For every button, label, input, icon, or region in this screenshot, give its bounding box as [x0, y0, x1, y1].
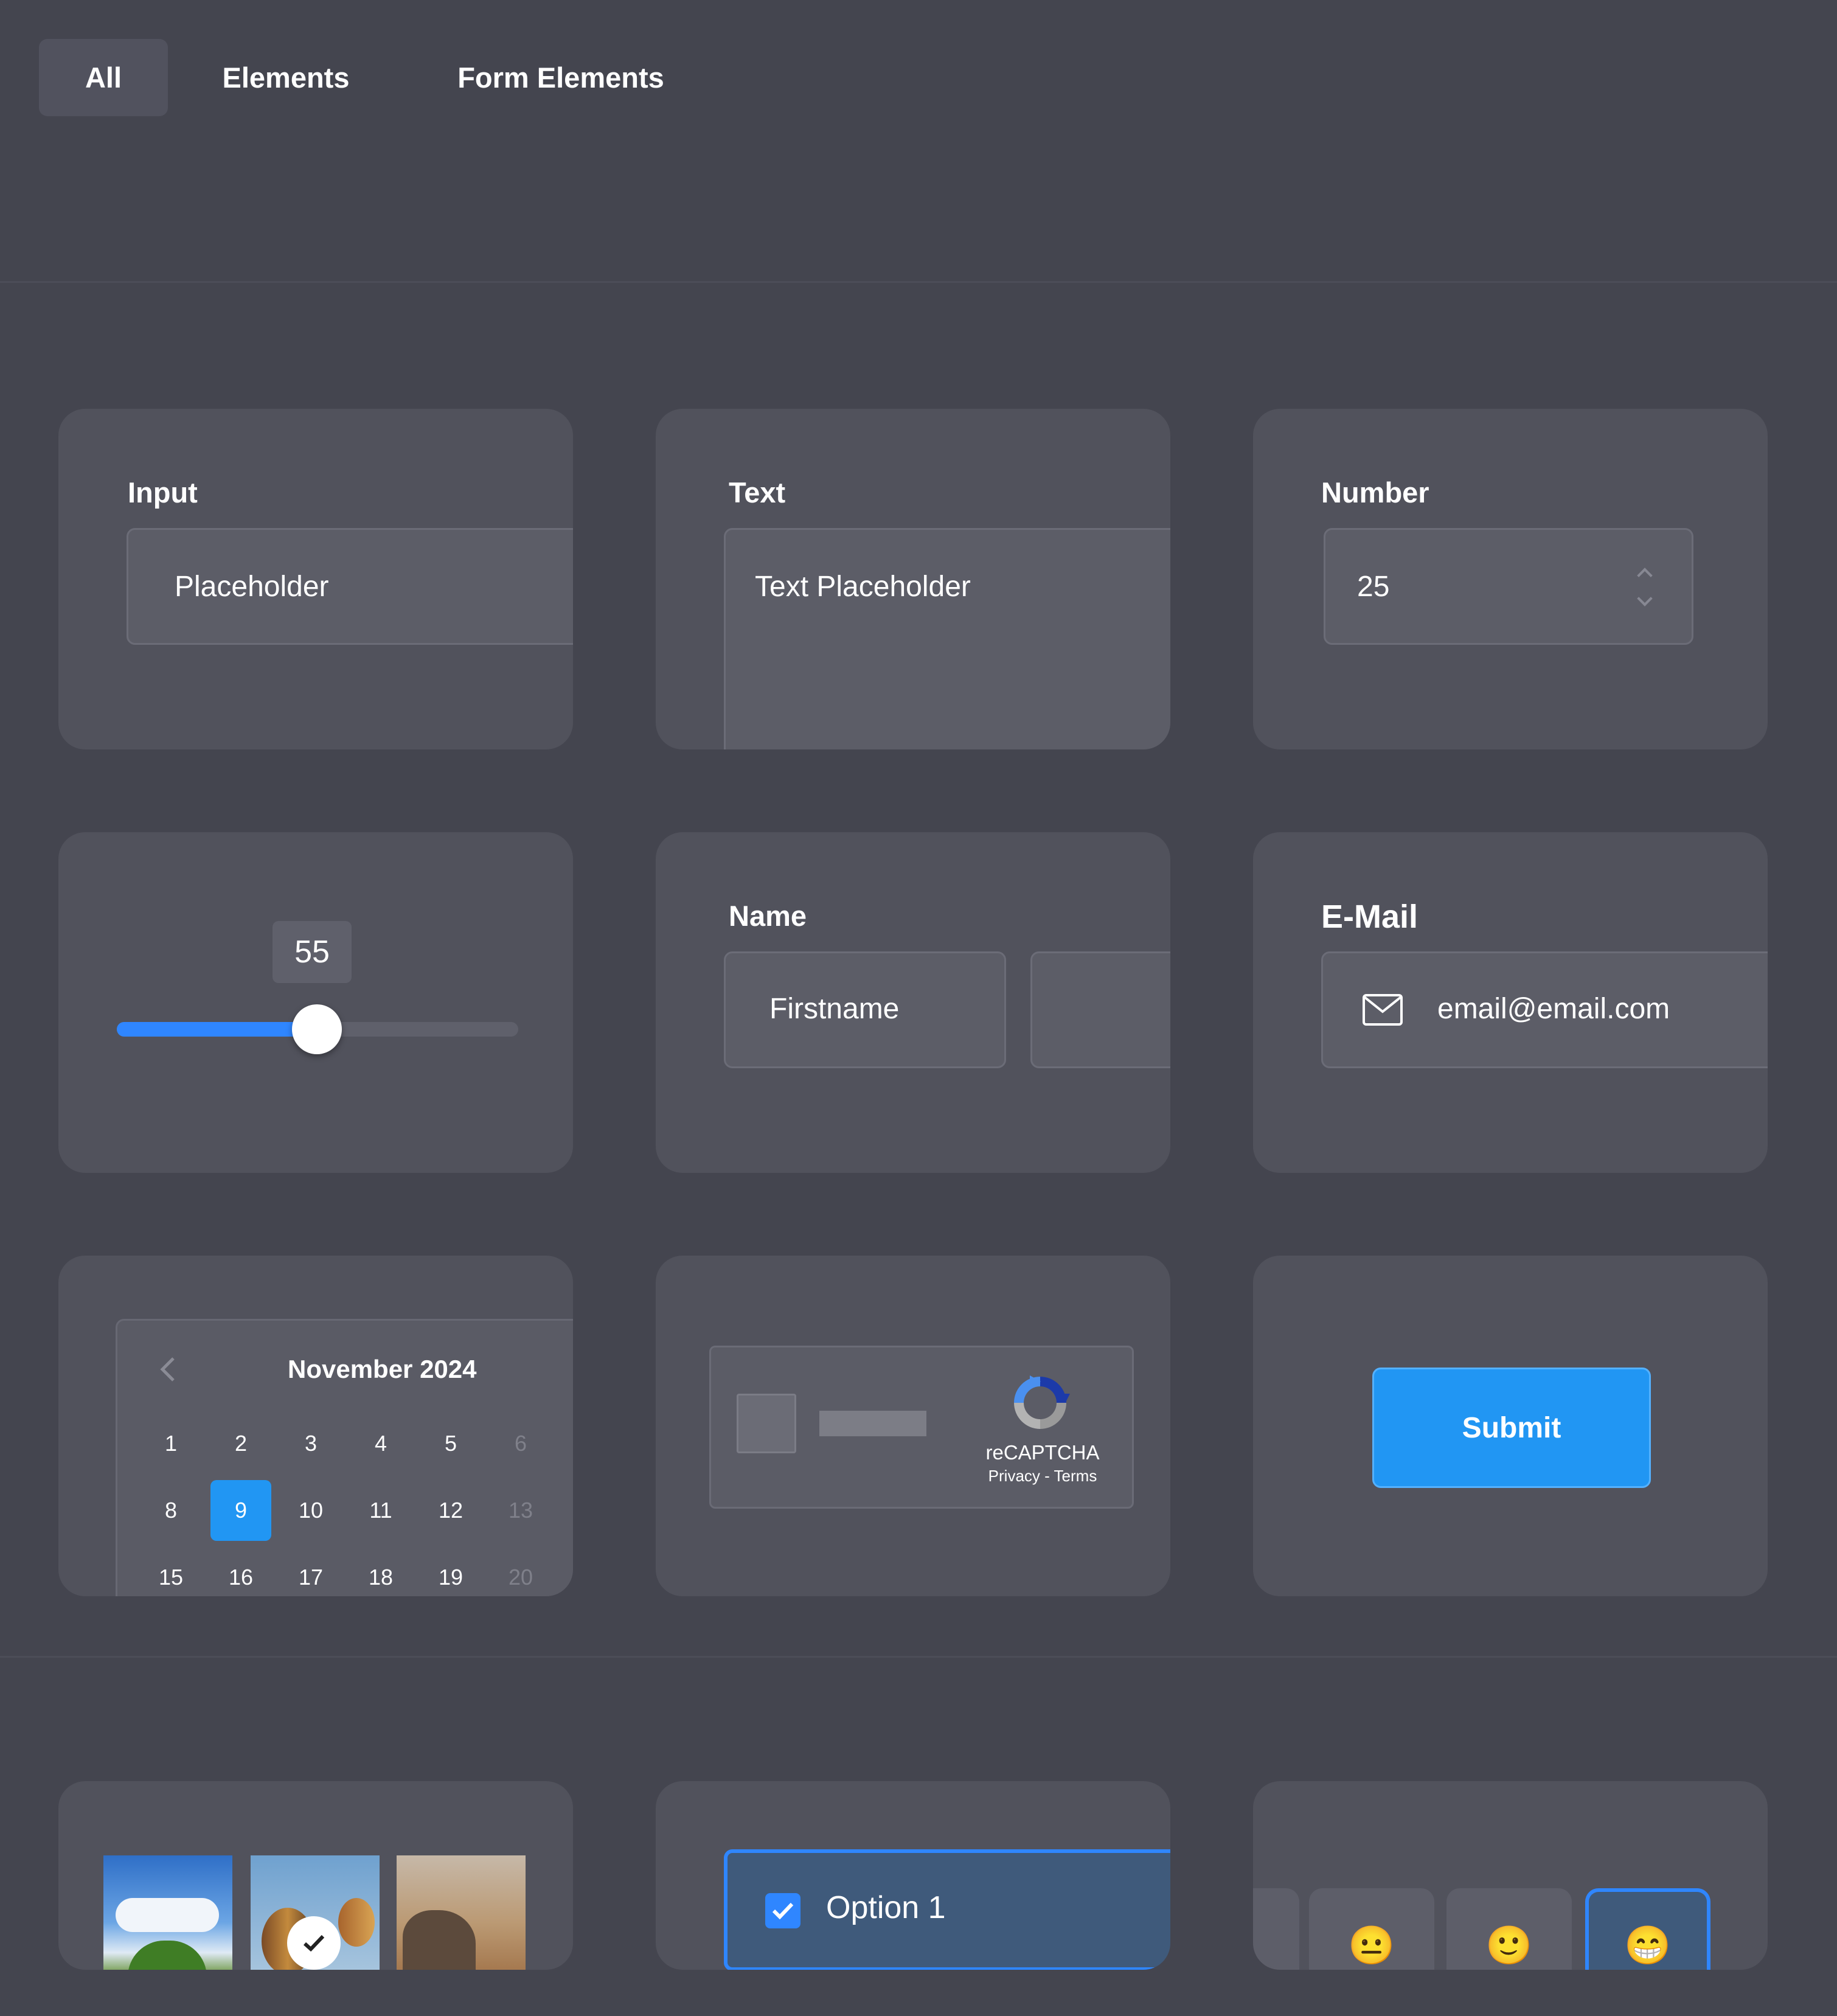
- calendar-day[interactable]: 15: [141, 1547, 201, 1596]
- rating-option-selected[interactable]: 😁: [1585, 1888, 1710, 1970]
- recaptcha-logo-icon: [1014, 1375, 1070, 1429]
- rock-shape: [403, 1910, 476, 1970]
- calendar-day[interactable]: 6: [490, 1413, 551, 1474]
- checkbox-checked-icon[interactable]: [765, 1893, 800, 1928]
- calendar-day[interactable]: 10: [280, 1480, 341, 1541]
- option-1-label: Option 1: [826, 1890, 946, 1925]
- captcha-checkbox[interactable]: [737, 1394, 796, 1453]
- calendar-day[interactable]: 17: [280, 1547, 341, 1596]
- recaptcha-brand: reCAPTCHA: [985, 1441, 1100, 1464]
- calendar-day-selected[interactable]: 9: [210, 1480, 271, 1541]
- textarea-placeholder: Text Placeholder: [755, 571, 971, 603]
- input-card: Input Placeholder: [58, 409, 573, 749]
- input-label: Input: [128, 476, 198, 509]
- calendar-day[interactable]: 18: [350, 1547, 411, 1596]
- slider-value: 55: [273, 921, 352, 983]
- captcha-card: reCAPTCHA Privacy - Terms: [656, 1256, 1170, 1596]
- calendar-month-title: November 2024: [288, 1355, 477, 1383]
- grin-face-icon: 😁: [1624, 1925, 1672, 1967]
- section-divider: [0, 1656, 1837, 1658]
- calendar-day[interactable]: 8: [141, 1480, 201, 1541]
- number-input[interactable]: 25: [1324, 528, 1693, 645]
- slider-card: 55: [58, 832, 573, 1173]
- input-placeholder: Placeholder: [175, 571, 329, 603]
- recaptcha-links[interactable]: Privacy - Terms: [973, 1467, 1113, 1486]
- image-select-card: [58, 1781, 573, 1970]
- rating-option[interactable]: [1253, 1888, 1299, 1970]
- textarea[interactable]: Text Placeholder: [724, 528, 1170, 749]
- rating-card: 😐 🙂 😁: [1253, 1781, 1768, 1970]
- sky-tree-image[interactable]: [103, 1855, 232, 1970]
- balloon-shape: [338, 1898, 375, 1947]
- text-label: Text: [729, 476, 786, 509]
- rating-option[interactable]: 🙂: [1446, 1888, 1572, 1970]
- number-label: Number: [1321, 476, 1429, 509]
- envelope-icon: [1363, 994, 1403, 1026]
- calendar-day[interactable]: 1: [141, 1413, 201, 1474]
- rating-option[interactable]: 😐: [1309, 1888, 1434, 1970]
- header-divider: [0, 281, 1837, 283]
- calendar-day[interactable]: 2: [210, 1413, 271, 1474]
- desert-rock-image[interactable]: [397, 1855, 526, 1970]
- selected-check-icon: [287, 1916, 341, 1970]
- calendar-day[interactable]: 19: [420, 1547, 481, 1596]
- slight-smile-icon: 🙂: [1485, 1925, 1533, 1967]
- calendar-card: November 2024 1 2 3 4 5 6 8 9 10 11 12 1…: [58, 1256, 573, 1596]
- calendar-day[interactable]: 20: [490, 1547, 551, 1596]
- email-placeholder: email@email.com: [1437, 993, 1670, 1025]
- text-input[interactable]: Placeholder: [127, 528, 573, 645]
- email-label: E-Mail: [1321, 899, 1419, 935]
- calendar-day[interactable]: 13: [490, 1480, 551, 1541]
- tab-all[interactable]: All: [39, 39, 168, 116]
- firstname-placeholder: Firstname: [769, 993, 900, 1025]
- name-card: Name Firstname: [656, 832, 1170, 1173]
- spin-up-icon[interactable]: [1637, 568, 1653, 583]
- tab-elements[interactable]: Elements: [201, 39, 371, 116]
- slider-fill: [117, 1022, 318, 1037]
- tab-form-elements[interactable]: Form Elements: [438, 39, 684, 116]
- text-card: Text Text Placeholder: [656, 409, 1170, 749]
- slider-thumb[interactable]: [292, 1004, 342, 1054]
- calendar-day[interactable]: 3: [280, 1413, 341, 1474]
- email-input[interactable]: email@email.com: [1321, 951, 1768, 1068]
- calendar-day[interactable]: 16: [210, 1547, 271, 1596]
- submit-card: Submit: [1253, 1256, 1768, 1596]
- chevron-left-icon[interactable]: [160, 1356, 176, 1383]
- hot-air-balloon-image[interactable]: [251, 1855, 380, 1970]
- date-picker: November 2024 1 2 3 4 5 6 8 9 10 11 12 1…: [116, 1319, 573, 1596]
- recaptcha-widget: reCAPTCHA Privacy - Terms: [709, 1346, 1134, 1509]
- number-value: 25: [1357, 571, 1390, 603]
- submit-button[interactable]: Submit: [1372, 1368, 1651, 1488]
- calendar-day[interactable]: 11: [350, 1480, 411, 1541]
- cloud-shape: [116, 1898, 219, 1932]
- option-card: Option 1: [656, 1781, 1170, 1970]
- spin-down-icon[interactable]: [1637, 591, 1653, 607]
- lastname-input[interactable]: [1030, 951, 1170, 1068]
- name-label: Name: [729, 900, 807, 932]
- tree-shape: [128, 1941, 207, 1970]
- calendar-day[interactable]: 12: [420, 1480, 481, 1541]
- calendar-day[interactable]: 4: [350, 1413, 411, 1474]
- number-card: Number 25: [1253, 409, 1768, 749]
- neutral-face-icon: 😐: [1348, 1925, 1395, 1967]
- captcha-text-bar: [819, 1411, 926, 1436]
- calendar-day[interactable]: 5: [420, 1413, 481, 1474]
- firstname-input[interactable]: Firstname: [724, 951, 1006, 1068]
- option-1-choice[interactable]: Option 1: [724, 1849, 1170, 1970]
- email-card: E-Mail email@email.com: [1253, 832, 1768, 1173]
